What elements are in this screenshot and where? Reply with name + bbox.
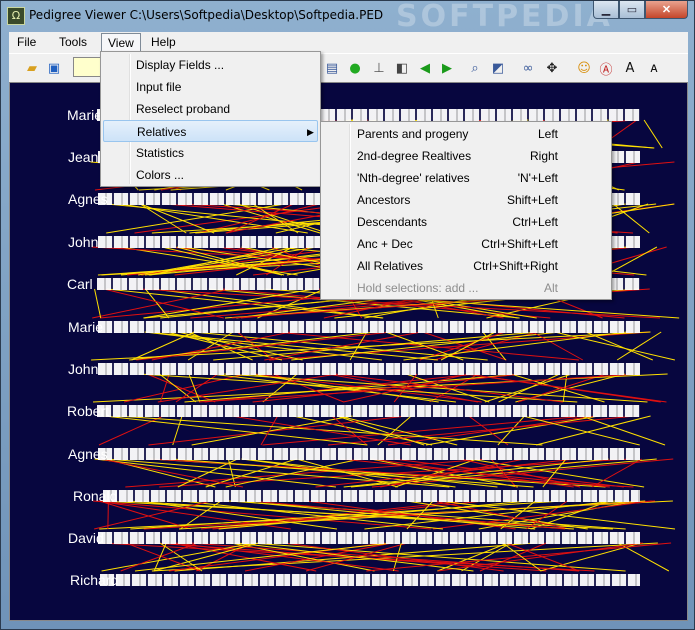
pedigree-row-band [98, 532, 640, 544]
minimize-button[interactable]: ▁ [593, 1, 619, 19]
check-icon[interactable]: ● [346, 59, 364, 77]
watermark-logo: SOFTPEDIA [396, 0, 613, 34]
pedigree-row-label[interactable]: Carl [67, 276, 93, 292]
menu-file[interactable]: File [11, 33, 42, 52]
pedigree-row-label[interactable]: Ronald [73, 488, 117, 504]
gradient-icon[interactable]: ◧ [393, 59, 411, 77]
close-button[interactable]: ✕ [645, 1, 688, 19]
pedigree-row-label[interactable]: Robert [67, 403, 109, 419]
menu-item-display-fields[interactable]: Display Fields ... [103, 54, 318, 76]
pedigree-row-label[interactable]: Agnes [68, 191, 108, 207]
submenu-item-hold-selections: Hold selections: add ... Alt [357, 281, 558, 295]
menu-tools[interactable]: Tools [53, 33, 93, 52]
submenu-item-all-relatives[interactable]: All Relatives Ctrl+Shift+Right [323, 255, 609, 277]
binoculars-icon[interactable]: ∞ [519, 59, 537, 77]
font-color-icon[interactable]: Ⓐ [597, 59, 615, 78]
tree-icon[interactable]: ⊥ [370, 59, 388, 77]
left-arrow-icon[interactable]: ◀ [416, 59, 434, 77]
pedigree-row-label[interactable]: Jean [68, 149, 98, 165]
menu-item-reselect-proband[interactable]: Reselect proband [103, 98, 318, 120]
menu-item-relatives[interactable]: Relatives ▶ [103, 120, 318, 142]
pedigree-row-band [100, 574, 640, 586]
pedigree-row-band [103, 490, 640, 502]
print-icon[interactable]: ▤ [323, 59, 341, 77]
submenu-arrow-icon: ▶ [307, 127, 314, 137]
pedigree-row-label[interactable]: David [68, 530, 104, 546]
menu-view[interactable]: View [101, 33, 141, 52]
submenu-item-descendants[interactable]: Descendants Ctrl+Left [323, 211, 609, 233]
menu-item-input-file[interactable]: Input file [103, 76, 318, 98]
submenu-item-anc-dec[interactable]: Anc + Dec Ctrl+Shift+Left [323, 233, 609, 255]
app-window: Ω Pedigree Viewer C:\Users\Softpedia\Des… [0, 0, 695, 630]
open-folder-icon[interactable]: ▰ [23, 59, 41, 77]
pedigree-row-label[interactable]: John [68, 234, 98, 250]
pedigree-row-band [98, 448, 640, 460]
pedigree-row-label[interactable]: Marie [68, 319, 103, 335]
relatives-submenu: Parents and progeny Left 2nd-degree Realt… [320, 121, 612, 300]
menu-help[interactable]: Help [145, 33, 182, 52]
pedigree-row-band [98, 321, 640, 333]
pedigree-row-label[interactable]: John [68, 361, 98, 377]
view-dropdown-menu: Display Fields ... Input file Reselect p… [100, 51, 321, 187]
pedigree-row-label[interactable]: Agnes [68, 446, 108, 462]
pedigree-row-band [97, 405, 640, 417]
font-grow-icon[interactable]: A [621, 59, 639, 77]
smiley-icon[interactable]: ☺ [575, 59, 593, 77]
submenu-item-parents-progeny[interactable]: Parents and progeny Left [323, 123, 609, 145]
move-icon[interactable]: ✥ [543, 59, 561, 77]
menu-item-colors[interactable]: Colors ... [103, 164, 318, 186]
pedigree-row-band [98, 363, 640, 375]
menu-item-statistics[interactable]: Statistics [103, 142, 318, 164]
submenu-item-nth-degree[interactable]: 'Nth-degree' relatives 'N'+Left [323, 167, 609, 189]
menu-bar: File Tools View Help [9, 32, 688, 53]
pedigree-row-label[interactable]: Richard [70, 572, 118, 588]
window-icon[interactable]: ▣ [45, 59, 63, 77]
maximize-button[interactable]: ▭ [619, 1, 645, 19]
right-arrow-icon[interactable]: ▶ [438, 59, 456, 77]
submenu-item-ancestors[interactable]: Ancestors Shift+Left [323, 189, 609, 211]
title-bar[interactable]: Ω Pedigree Viewer C:\Users\Softpedia\Des… [1, 0, 694, 34]
pedigree-row-label[interactable]: Marie [67, 107, 102, 123]
window-title: Pedigree Viewer C:\Users\Softpedia\Deskt… [29, 8, 384, 22]
zoom-icon[interactable]: ⌕ [466, 59, 484, 77]
find-icon[interactable]: ◩ [489, 59, 507, 77]
app-logo-icon[interactable]: Ω [7, 7, 25, 25]
font-shrink-icon[interactable]: ᴀ [645, 59, 663, 77]
submenu-item-2nd-degree[interactable]: 2nd-degree Realtives Right [323, 145, 609, 167]
